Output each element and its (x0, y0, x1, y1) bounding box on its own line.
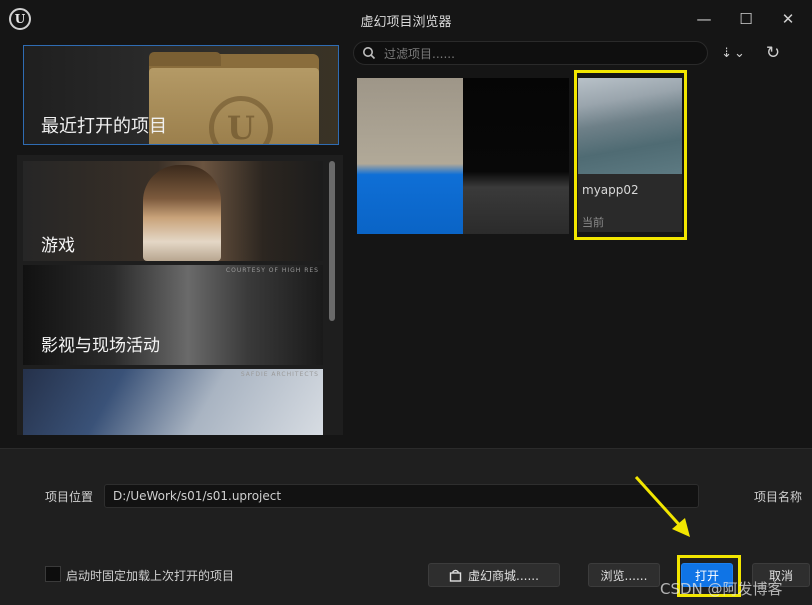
category-games-label: 游戏 (41, 236, 75, 256)
category-film-label: 影视与现场活动 (41, 336, 160, 356)
chevron-down-icon: ⌄ (734, 45, 745, 61)
minimize-icon[interactable]: — (690, 8, 718, 30)
image-credit: SAFDIE ARCHITECTS (240, 371, 319, 378)
project-name-label: 项目名称 (754, 490, 803, 504)
pin-last-project-label: 启动时固定加载上次打开的项目 (66, 569, 235, 583)
maximize-icon[interactable]: ☐ (732, 8, 760, 30)
image-credit: COURTESY OF HIGH RES (225, 267, 319, 274)
recent-projects-tile[interactable]: U 最近打开的项目 (23, 45, 339, 145)
close-icon[interactable]: ✕ (774, 8, 802, 30)
category-games[interactable]: 游戏 (23, 161, 323, 261)
project-location-label: 项目位置 (45, 490, 94, 504)
category-film-live-events[interactable]: COURTESY OF HIGH RES 影视与现场活动 (23, 265, 323, 365)
sort-button[interactable]: ⇣ ⌄ (716, 42, 750, 64)
category-list: 游戏 COURTESY OF HIGH RES 影视与现场活动 SAFDIE A… (17, 155, 343, 435)
refresh-icon[interactable]: ↻ (762, 42, 784, 64)
browse-button[interactable]: 浏览...... (588, 563, 660, 587)
marketplace-button-label: 虚幻商城...... (468, 568, 539, 583)
search-input[interactable]: 过滤项目...... (384, 45, 455, 62)
project-tile[interactable] (357, 78, 463, 234)
annotation-highlight-box (574, 70, 687, 240)
shopping-bag-icon (449, 569, 462, 582)
category-scrollbar[interactable] (329, 161, 335, 321)
watermark: CSDN @阿发博客 (660, 580, 783, 598)
pin-last-project-checkbox[interactable] (45, 566, 61, 582)
search-icon (363, 47, 376, 60)
marketplace-button[interactable]: 虚幻商城...... (428, 563, 560, 587)
project-location-field[interactable]: D:/UeWork/s01/s01.uproject (104, 484, 699, 508)
annotation-arrow-icon (634, 475, 690, 537)
project-tile[interactable] (463, 78, 569, 234)
folder-tab (149, 52, 221, 66)
recent-projects-label: 最近打开的项目 (41, 116, 167, 137)
category-architecture[interactable]: SAFDIE ARCHITECTS (23, 369, 323, 435)
title-bar: U 虚幻项目浏览器 — ☐ ✕ (0, 0, 812, 38)
filter-search-bar[interactable]: 过滤项目...... (353, 41, 708, 65)
sort-icon: ⇣ (721, 45, 732, 61)
game-character-image (143, 165, 221, 261)
